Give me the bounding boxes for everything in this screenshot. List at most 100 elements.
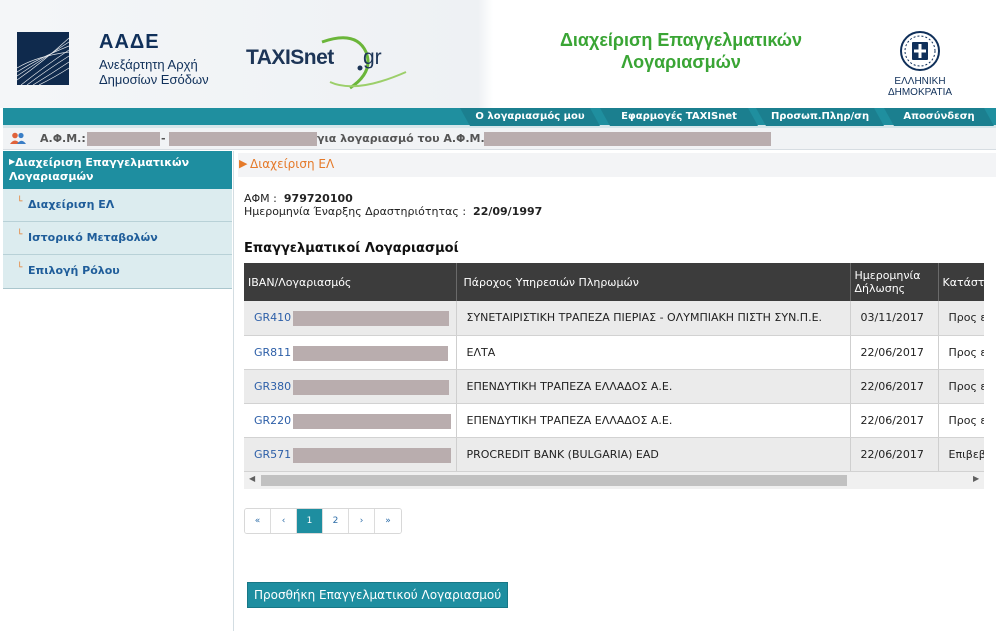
iban-link[interactable]: GR571 [254,448,291,461]
afm-field-value: 979720100 [283,192,353,205]
corner-bullet-icon: └ [17,230,23,240]
date-cell: 03/11/2017 [850,301,939,336]
page-2-button[interactable]: 2 [323,509,349,533]
aade-title: ΑΑΔΕ [99,31,160,53]
sidebar: ▶Διαχείριση Επαγγελματικών Λογαριασμών └… [3,151,233,631]
date-cell: 22/06/2017 [850,369,939,404]
taxisnet-logo: TAXISnet gr [246,32,411,92]
iban-cell[interactable]: GR220 [244,403,457,438]
iban-cell[interactable]: GR380 [244,369,457,404]
page: ΑΑΔΕ Ανεξάρτητη Αρχή Δημοσίων Εσόδων TAX… [0,0,996,631]
accounts-table-wrap: IBAN/Λογαριασμός Πάροχος Υπηρεσιών Πληρω… [244,263,984,472]
sidebar-item-label: Ιστορικό Μεταβολών [28,231,158,244]
aade-logo-icon [17,32,69,85]
afm-row: ΑΦΜ : 979720100 [244,192,353,205]
sidebar-item-manage-el[interactable]: └ Διαχείριση ΕΛ [3,189,232,222]
app-title-line2: Λογαριασμών [621,52,741,72]
provider-cell: ΕΛΤΑ [456,335,851,370]
col-header-iban[interactable]: IBAN/Λογαριασμός [244,263,457,301]
accounts-table: IBAN/Λογαριασμός Πάροχος Υπηρεσιών Πληρω… [244,263,984,472]
provider-cell: ΣΥΝΕΤΑΙΡΙΣΤΙΚΗ ΤΡΑΠΕΖΑ ΠΙΕΡΙΑΣ - ΟΛΥΜΠΙΑ… [456,301,851,336]
scroll-right-icon[interactable]: ▶ [973,474,979,483]
aade-subtitle-line1: Ανεξάρτητη Αρχή [99,57,198,72]
horizontal-scrollbar[interactable]: ◀ ▶ [244,472,984,489]
gov-label: ΕΛΛΗΝΙΚΗ ΔΗΜΟΚΡΑΤΙΑ [887,76,953,98]
sidebar-list: └ Διαχείριση ΕΛ └ Ιστορικό Μεταβολών └ Ε… [3,189,232,289]
tab-personalization[interactable]: Προσωπ.Πληρ/ση [756,108,884,126]
status-cell: Προς ε [938,301,984,336]
afm-separator: - [161,132,166,145]
user-bar: Α.Φ.Μ.: - για λογαριασμό του Α.Φ.Μ.: [3,128,996,150]
col-header-status[interactable]: Κατάστ [938,263,984,301]
for-account-label: για λογαριασμό του Α.Φ.Μ.: [317,132,490,145]
start-date-label: Ημερομηνία Έναρξης Δραστηριότητας : [244,205,467,218]
sidebar-heading-label: Διαχείριση Επαγγελματικών Λογαριασμών [9,156,190,183]
table-row[interactable]: GR220 ΕΠΕΝΔΥΤΙΚΗ ΤΡΑΠΕΖΑ ΕΛΛΑΔΟΣ Α.Ε. 22… [244,403,984,438]
status-cell: Προς ε [938,369,984,404]
iban-cell[interactable]: GR410 [244,301,457,336]
page-prev-button[interactable]: ‹ [271,509,297,533]
table-row[interactable]: GR571 PROCREDIT BANK (BULGARIA) EAD 22/0… [244,437,984,472]
redacted-iban [293,311,449,326]
page-first-button[interactable]: « [245,509,271,533]
afm-field-label: ΑΦΜ : [244,192,277,205]
taxisnet-domain: gr [363,46,382,69]
pagination: « ‹ 1 2 › » [244,508,402,534]
provider-cell: ΕΠΕΝΔΥΤΙΚΗ ΤΡΑΠΕΖΑ ΕΛΛΑΔΟΣ Α.Ε. [456,403,851,438]
sidebar-item-label: Διαχείριση ΕΛ [28,198,115,211]
iban-cell[interactable]: GR811 [244,335,457,370]
header: ΑΑΔΕ Ανεξάρτητη Αρχή Δημοσίων Εσόδων TAX… [0,0,996,108]
page-1-button[interactable]: 1 [297,509,323,533]
redacted-iban [293,345,448,361]
add-account-button[interactable]: Προσθήκη Επαγγελματικού Λογαριασμού [247,582,509,608]
col-header-date[interactable]: Ημερομηνία Δήλωσης [850,263,939,301]
date-cell: 22/06/2017 [850,403,939,438]
section-title: Επαγγελματικοί Λογαριασμοί [244,241,459,256]
scroll-left-icon[interactable]: ◀ [249,474,255,483]
redacted-name [169,132,317,146]
redacted-account-afm [484,132,771,146]
iban-cell[interactable]: GR571 [244,437,457,472]
corner-bullet-icon: └ [17,263,23,273]
table-row[interactable]: GR380 ΕΠΕΝΔΥΤΙΚΗ ΤΡΑΠΕΖΑ ΕΛΛΑΔΟΣ Α.Ε. 22… [244,369,984,404]
iban-link[interactable]: GR380 [254,380,291,393]
redacted-iban [293,447,451,463]
breadcrumb: ▶ Διαχείριση ΕΛ [238,153,996,177]
scrollbar-thumb[interactable] [261,475,847,486]
sidebar-item-history[interactable]: └ Ιστορικό Μεταβολών [3,222,232,255]
page-last-button[interactable]: » [375,509,401,533]
app-title-line1: Διαχείριση Επαγγελματικών [559,30,803,50]
tab-my-account[interactable]: Ο λογαριασμός μου [460,108,600,126]
status-cell: Προς ε [938,335,984,370]
breadcrumb-label: Διαχείριση ΕΛ [250,157,335,171]
sidebar-item-select-role[interactable]: └ Επιλογή Ρόλου [3,255,232,288]
provider-cell: ΕΠΕΝΔΥΤΙΚΗ ΤΡΑΠΕΖΑ ΕΛΛΑΔΟΣ Α.Ε. [456,369,851,404]
sidebar-divider [233,151,234,631]
caret-right-icon: ▶ [239,157,248,170]
caret-right-icon: ▶ [9,157,16,166]
date-cell: 22/06/2017 [850,335,939,370]
iban-link[interactable]: GR811 [254,346,291,359]
redacted-iban [293,379,449,395]
sidebar-heading[interactable]: ▶Διαχείριση Επαγγελματικών Λογαριασμών [3,151,232,189]
iban-link[interactable]: GR220 [254,414,291,427]
provider-cell: PROCREDIT BANK (BULGARIA) EAD [456,437,851,472]
greek-republic-emblem-icon [899,30,941,72]
status-cell: Προς ε [938,403,984,438]
afm-label: Α.Φ.Μ.: [40,132,86,145]
tab-taxisnet-apps[interactable]: Εφαρμογές TAXISnet [600,108,758,126]
iban-link[interactable]: GR410 [254,311,291,324]
page-next-button[interactable]: › [349,509,375,533]
table-header-row: IBAN/Λογαριασμός Πάροχος Υπηρεσιών Πληρω… [244,263,984,301]
table-row[interactable]: GR811 ΕΛΤΑ 22/06/2017 Προς ε [244,335,984,370]
date-cell: 22/06/2017 [850,437,939,472]
taxisnet-name: TAXISnet [246,46,334,69]
top-nav: Ο λογαριασμός μου Εφαρμογές TAXISnet Προ… [3,108,996,128]
users-icon [10,132,26,144]
sidebar-item-label: Επιλογή Ρόλου [28,264,120,277]
col-header-provider[interactable]: Πάροχος Υπηρεσιών Πληρωμών [456,263,851,301]
tab-logout[interactable]: Αποσύνδεση [884,108,994,126]
redacted-afm [87,132,160,146]
table-row[interactable]: GR410 ΣΥΝΕΤΑΙΡΙΣΤΙΚΗ ΤΡΑΠΕΖΑ ΠΙΕΡΙΑΣ - Ο… [244,301,984,336]
start-date-value: 22/09/1997 [473,205,543,218]
